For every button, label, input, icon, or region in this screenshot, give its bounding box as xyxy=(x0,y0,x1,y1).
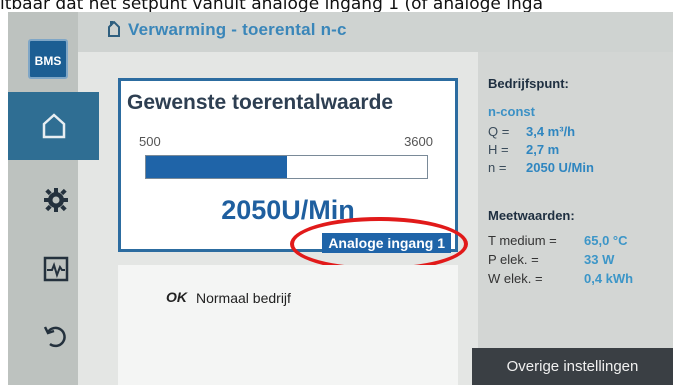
other-settings-button[interactable]: Overige instellingen xyxy=(472,348,673,385)
setpoint-max: 3600 xyxy=(404,134,433,149)
home-small-icon xyxy=(108,21,120,37)
operating-point-row: H = 2,7 m xyxy=(488,142,559,157)
red-highlight-ellipse xyxy=(290,217,468,271)
status-ok-label: OK xyxy=(166,289,187,305)
row-label: P elek. = xyxy=(488,252,539,267)
sidebar: BMS xyxy=(8,12,99,385)
home-icon xyxy=(42,113,65,139)
setpoint-title: Gewenste toerentalwaarde xyxy=(127,91,394,114)
measurement-row: P elek. = 33 W xyxy=(488,252,614,267)
gear-icon xyxy=(44,188,68,212)
status-text: Normaal bedrijf xyxy=(196,290,291,306)
sidebar-item-settings[interactable] xyxy=(13,166,99,234)
row-label: T medium = xyxy=(488,233,557,248)
pump-display: Verwarming - toerental n-c BMS Gewenste … xyxy=(8,12,673,385)
row-label: Q = xyxy=(488,124,510,139)
operating-point-heading: Bedrijfspunt: xyxy=(488,76,569,91)
row-value: 65,0 °C xyxy=(584,233,628,248)
measurement-row: T medium = 65,0 °C xyxy=(488,233,628,248)
sidebar-item-diagnostics[interactable] xyxy=(13,235,99,303)
control-mode: n-const xyxy=(488,104,535,119)
row-value: 2,7 m xyxy=(526,142,560,157)
status-card: OK Normaal bedrijf xyxy=(118,265,458,385)
screen-header: Verwarming - toerental n-c xyxy=(8,12,673,52)
operating-point-row: Q = 3,4 m³/h xyxy=(488,124,575,139)
row-value: 2050 U/Min xyxy=(526,160,594,175)
measurements-heading: Meetwaarden: xyxy=(488,208,575,223)
sidebar-item-home[interactable] xyxy=(8,92,99,160)
setpoint-bar-fill xyxy=(146,156,287,178)
row-label: H = xyxy=(488,142,509,157)
measurement-row: W elek. = 0,4 kWh xyxy=(488,271,633,286)
row-value: 0,4 kWh xyxy=(584,271,634,286)
page-title: Verwarming - toerental n-c xyxy=(128,20,347,39)
row-label: n = xyxy=(488,160,507,175)
pulse-icon xyxy=(43,256,69,282)
sidebar-item-restore[interactable] xyxy=(13,302,99,370)
row-value: 33 W xyxy=(584,252,615,267)
info-panel: Bedrijfspunt: n-const Q = 3,4 m³/h H = 2… xyxy=(478,52,673,385)
row-value: 3,4 m³/h xyxy=(526,124,576,139)
operating-point-row: n = 2050 U/Min xyxy=(488,160,594,175)
bms-logo[interactable]: BMS xyxy=(28,39,68,79)
row-label: W elek. = xyxy=(488,271,543,286)
undo-icon xyxy=(43,326,66,348)
setpoint-min: 500 xyxy=(139,134,161,149)
setpoint-bar xyxy=(145,155,428,179)
